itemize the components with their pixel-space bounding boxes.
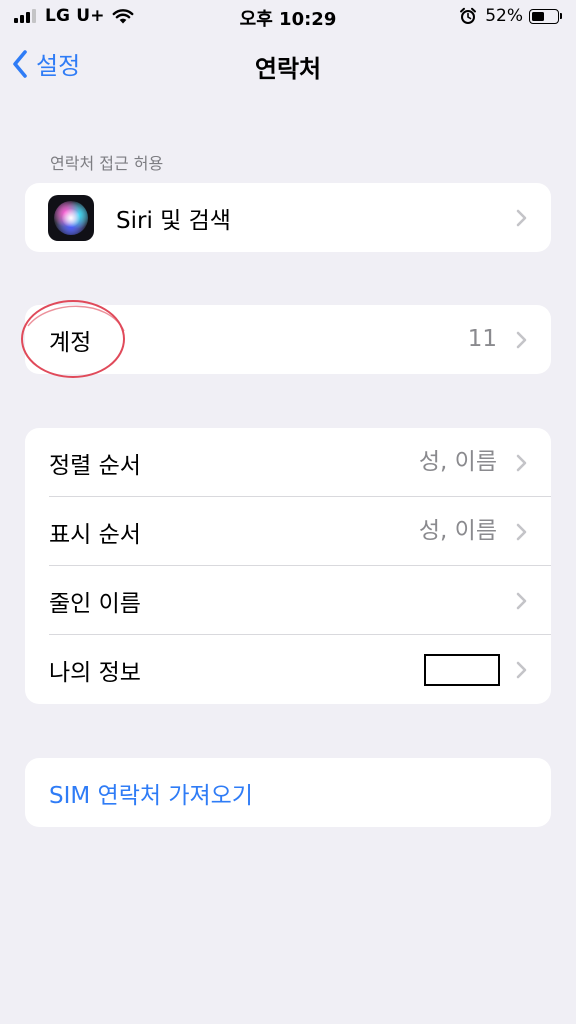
chevron-right-icon (516, 331, 527, 349)
status-bar: LG U+ 오후 10:29 52% (0, 0, 576, 34)
chevron-right-icon (516, 209, 527, 227)
accounts-count: 11 (467, 326, 497, 352)
chevron-right-icon (516, 523, 527, 541)
battery-percent: 52% (485, 6, 523, 26)
display-settings-group: 정렬 순서 성, 이름 표시 순서 성, 이름 줄인 이름 나의 정보 (25, 428, 551, 704)
display-order-value: 성, 이름 (418, 518, 497, 544)
sort-order-value: 성, 이름 (418, 449, 497, 475)
short-name-row[interactable]: 줄인 이름 (25, 566, 551, 635)
siri-icon (48, 194, 94, 241)
sort-order-label: 정렬 순서 (49, 452, 141, 479)
siri-search-label: Siri 및 검색 (116, 207, 231, 234)
display-order-label: 표시 순서 (49, 521, 141, 548)
chevron-right-icon (516, 454, 527, 472)
sort-order-row[interactable]: 정렬 순서 성, 이름 (25, 428, 551, 497)
redacted-box (424, 654, 500, 686)
nav-bar: 설정 연락처 (0, 34, 576, 96)
contacts-settings-screen: LG U+ 오후 10:29 52% 설정 연락처 연락처 접근 허용 Siri… (0, 0, 576, 1024)
import-sim-contacts-button[interactable]: SIM 연락처 가져오기 (25, 758, 551, 827)
section-header: 연락처 접근 허용 (50, 154, 164, 173)
display-order-row[interactable]: 표시 순서 성, 이름 (25, 497, 551, 566)
import-group: SIM 연락처 가져오기 (25, 758, 551, 827)
battery-cap (560, 13, 562, 19)
chevron-right-icon (516, 661, 527, 679)
chevron-right-icon (516, 592, 527, 610)
my-info-row[interactable]: 나의 정보 (25, 635, 551, 704)
annotation-circle (21, 300, 125, 378)
battery-icon (529, 8, 559, 24)
battery-level (532, 11, 544, 21)
page-title: 연락처 (254, 55, 322, 83)
siri-group: Siri 및 검색 (25, 183, 551, 252)
short-name-label: 줄인 이름 (49, 590, 141, 617)
siri-search-row[interactable]: Siri 및 검색 (25, 183, 551, 252)
status-right: 52% (459, 6, 562, 26)
my-info-label: 나의 정보 (49, 659, 141, 686)
import-sim-label: SIM 연락처 가져오기 (49, 782, 253, 809)
alarm-icon (460, 7, 477, 24)
